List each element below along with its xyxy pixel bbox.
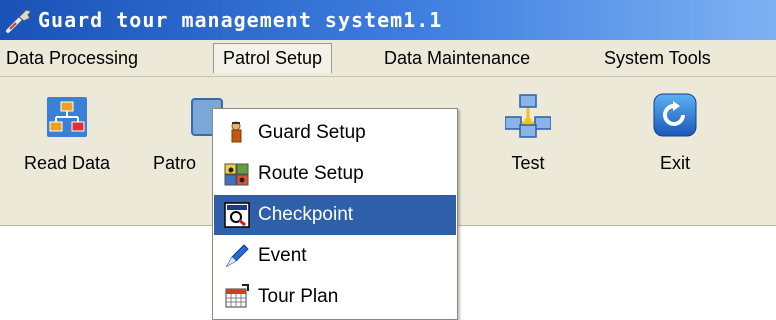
wrench-icon	[6, 9, 32, 33]
menu-bar: Data Processing Patrol Setup Data Mainte…	[0, 40, 776, 77]
menu-item-guard-setup[interactable]: Guard Setup	[214, 113, 456, 153]
menu-item-tour-plan[interactable]: Tour Plan	[214, 277, 456, 317]
exit-button[interactable]: Exit	[630, 87, 720, 207]
read-data-label: Read Data	[23, 153, 111, 173]
guard-icon	[231, 121, 242, 143]
window-title: Guard tour management system1.1	[38, 8, 443, 32]
read-data-button[interactable]: Read Data	[22, 87, 112, 207]
menu-item-event[interactable]: Event	[214, 236, 456, 276]
network-test-icon	[505, 94, 551, 138]
checkpoint-icon	[224, 202, 250, 228]
pen-icon	[225, 244, 249, 268]
menu-item-checkpoint[interactable]: Checkpoint	[214, 195, 456, 235]
menu-item-route-setup[interactable]: Route Setup	[214, 154, 456, 194]
read-data-icon	[47, 97, 87, 137]
test-label: Test	[511, 153, 545, 173]
calendar-icon	[225, 284, 249, 308]
title-bar: Guard tour management system1.1	[0, 0, 776, 40]
test-button[interactable]: Test	[483, 87, 573, 207]
route-icon	[224, 163, 249, 186]
menu-item-label: Tour Plan	[258, 286, 339, 307]
menu-system-tools[interactable]: System Tools	[604, 43, 711, 73]
exit-label: Exit	[659, 153, 690, 173]
menu-item-label: Route Setup	[258, 163, 364, 184]
menu-item-label: Checkpoint	[258, 204, 354, 225]
menu-item-label: Event	[258, 245, 307, 266]
menu-data-processing[interactable]: Data Processing	[6, 43, 138, 73]
menu-item-label: Guard Setup	[258, 122, 366, 143]
menu-data-maintenance[interactable]: Data Maintenance	[384, 43, 530, 73]
patrol-setup-dropdown: Guard Setup Route Setup Checkpoint Event	[212, 108, 458, 320]
menu-patrol-setup[interactable]: Patrol Setup	[213, 43, 333, 73]
exit-icon	[653, 93, 697, 137]
